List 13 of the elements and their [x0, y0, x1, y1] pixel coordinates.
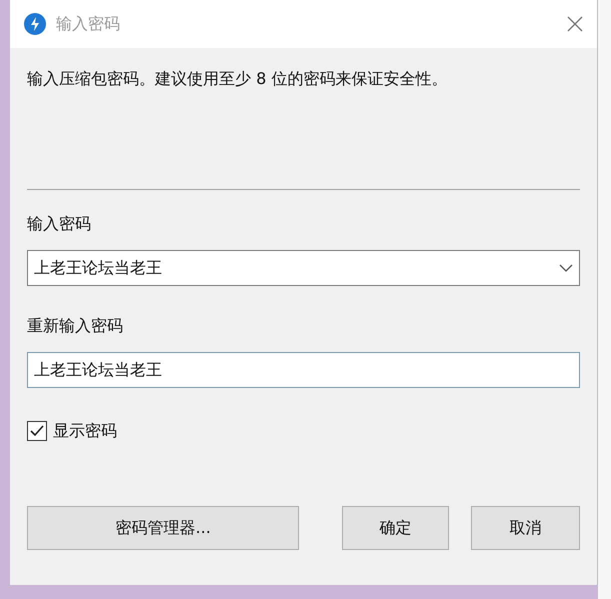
show-password-checkbox[interactable]: 显示密码	[27, 419, 117, 443]
close-icon[interactable]	[567, 16, 583, 32]
password-dropdown[interactable]: 上老王论坛当老王	[27, 250, 580, 286]
ok-button[interactable]: 确定	[342, 506, 449, 550]
message-text: 输入压缩包密码。建议使用至少 8 位的密码来保证安全性。	[27, 68, 448, 90]
cancel-button[interactable]: 取消	[470, 506, 580, 550]
input-field[interactable]: 上老王论坛当老王	[27, 352, 580, 388]
window-title: 输入密码	[56, 13, 120, 35]
app-icon	[24, 13, 46, 35]
field-label: 重新输入密码	[27, 315, 124, 337]
chevron-icon	[559, 264, 573, 272]
password-manager-button[interactable]: 密码管理器...	[27, 506, 300, 550]
field-label: 输入密码	[27, 213, 92, 235]
